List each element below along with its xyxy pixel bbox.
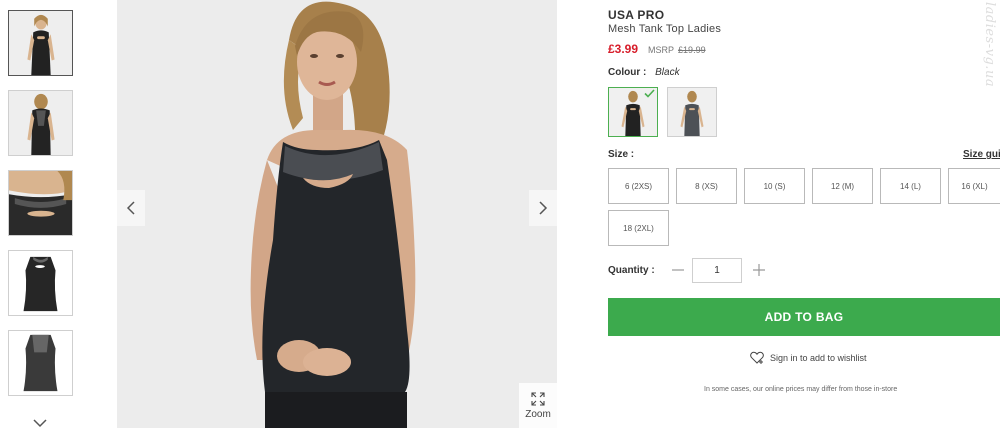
thumbnail-back-image <box>9 91 72 155</box>
msrp-label: MSRP <box>648 45 675 55</box>
thumbnail-flat-back[interactable] <box>8 330 73 396</box>
colour-value: Black <box>655 67 680 78</box>
swatch-grey-image <box>668 88 716 136</box>
size-option-14[interactable]: 14 (L) <box>880 168 941 204</box>
quantity-input[interactable] <box>692 258 742 283</box>
plus-icon[interactable] <box>751 262 767 278</box>
size-label: Size : <box>608 149 635 160</box>
zoom-label: Zoom <box>525 408 551 420</box>
current-price: £3.99 <box>608 42 639 56</box>
wishlist-label: Sign in to add to wishlist <box>770 352 867 363</box>
minus-icon[interactable] <box>670 262 686 278</box>
chevron-down-icon[interactable] <box>30 416 50 430</box>
watermark: ladies-vg.ua <box>982 2 997 122</box>
colour-swatch-grey[interactable] <box>667 87 717 137</box>
product-brand[interactable]: USA PRO <box>608 8 664 22</box>
thumbnail-flat-back-image <box>9 331 72 395</box>
expand-icon <box>531 391 545 406</box>
price-row: £3.99 MSRP £19.99 <box>608 42 706 56</box>
colour-row: Colour : Black <box>608 67 680 78</box>
wishlist-link[interactable]: Sign in to add to wishlist <box>750 351 867 364</box>
chevron-left-icon <box>126 201 135 215</box>
size-option-8[interactable]: 8 (XS) <box>676 168 737 204</box>
thumbnail-back-view[interactable] <box>8 90 73 156</box>
price-disclaimer: In some cases, our online prices may dif… <box>704 386 898 393</box>
thumbnail-flat-front[interactable] <box>8 250 73 316</box>
msrp-price: £19.99 <box>678 45 706 55</box>
thumbnail-front-view[interactable] <box>8 10 73 76</box>
zoom-button[interactable]: Zoom <box>519 383 557 428</box>
next-image-button[interactable] <box>529 190 557 226</box>
thumbnail-mesh-detail[interactable] <box>8 170 73 236</box>
watermark-text: ladies-vg.ua <box>982 2 997 88</box>
previous-image-button[interactable] <box>117 190 145 226</box>
product-title: Mesh Tank Top Ladies <box>608 23 722 35</box>
thumbnail-detail-image <box>9 171 72 235</box>
size-option-18[interactable]: 18 (2XL) <box>608 210 669 246</box>
thumbnail-front-image <box>9 11 72 75</box>
chevron-right-icon <box>539 201 548 215</box>
quantity-label: Quantity : <box>608 265 655 276</box>
thumbnail-flat-front-image <box>9 251 72 315</box>
add-to-bag-button[interactable]: ADD TO BAG <box>608 298 1000 336</box>
colour-swatch-black[interactable] <box>608 87 658 137</box>
product-photo <box>117 0 557 428</box>
heart-plus-icon <box>750 351 764 364</box>
size-option-16[interactable]: 16 (XL) <box>948 168 1000 204</box>
size-guide-link[interactable]: Size guide <box>963 149 1000 160</box>
product-details-panel: USA PRO Mesh Tank Top Ladies £3.99 MSRP … <box>608 0 1000 440</box>
check-icon <box>644 89 655 98</box>
colour-label: Colour : <box>608 67 647 78</box>
main-product-image[interactable]: Zoom <box>117 0 557 428</box>
size-option-6[interactable]: 6 (2XS) <box>608 168 669 204</box>
size-option-12[interactable]: 12 (M) <box>812 168 873 204</box>
size-option-10[interactable]: 10 (S) <box>744 168 805 204</box>
